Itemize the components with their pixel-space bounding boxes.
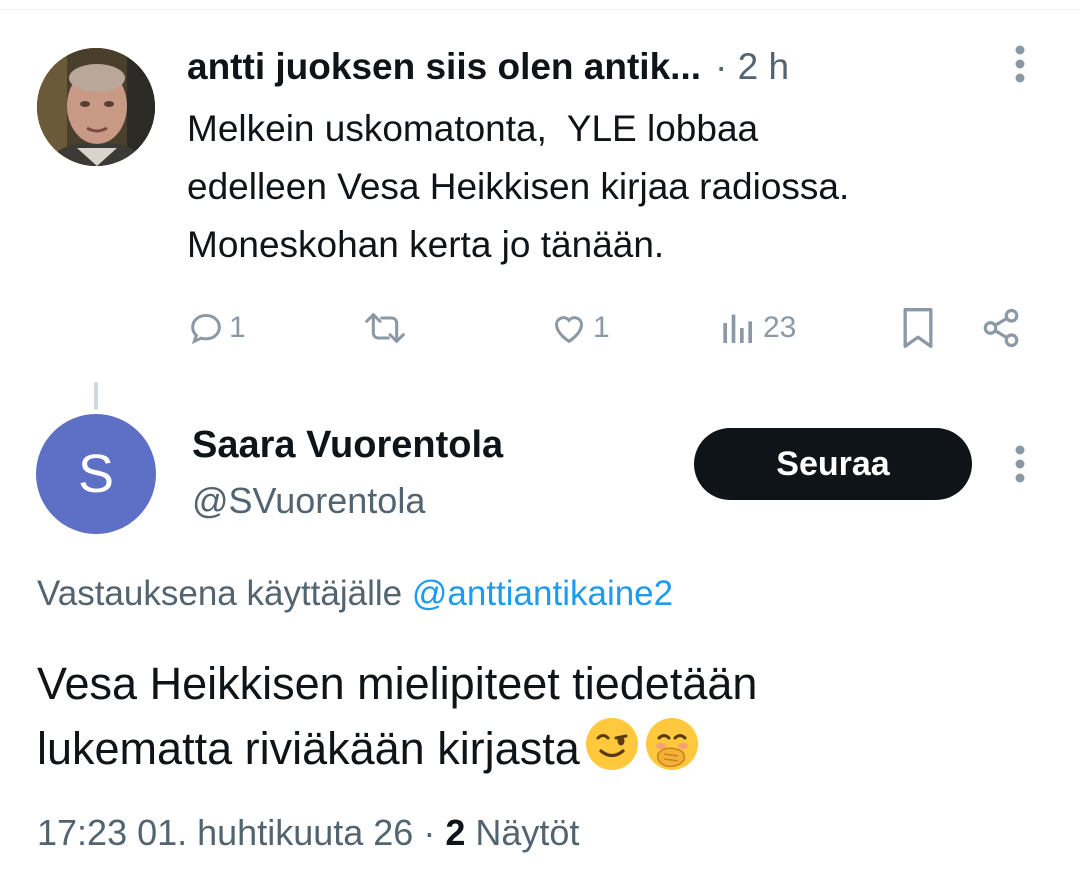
share-action[interactable] (980, 306, 1022, 350)
heart-icon (554, 316, 584, 344)
bookmark-action[interactable] (899, 306, 937, 350)
follow-button[interactable]: Seuraa (694, 428, 972, 500)
parent-tweet-text: Melkein uskomatonta, YLE lobbaa edelleen… (187, 100, 1037, 274)
parent-tweet-line-2: edelleen Vesa Heikkisen kirjaa radiossa. (187, 166, 850, 207)
reply-tweet-line-2-wrap: lukematta riviäkään kirjasta (37, 716, 1047, 781)
reply-views-label: Näytöt (465, 812, 580, 853)
bookmark-icon (903, 308, 933, 348)
reply-tweet-line-1: Vesa Heikkisen mielipiteet tiedetään (37, 658, 758, 709)
reply-author-avatar[interactable]: S (36, 414, 156, 534)
like-count: 1 (593, 311, 610, 344)
parent-tweet-actions: 1 1 23 (0, 306, 1080, 350)
reply-tweet-footer: 17:23 01. huhtikuuta 26 · 2 Näytöt (37, 812, 579, 854)
reply-action[interactable]: 1 (186, 306, 246, 350)
like-action[interactable]: 1 (548, 306, 610, 350)
parent-more-options-icon[interactable] (1006, 44, 1034, 84)
parent-tweet-line-3: Moneskohan kerta jo tänään. (187, 224, 665, 265)
parent-tweet-line-1: Melkein uskomatonta, YLE lobbaa (187, 108, 759, 149)
thread-connector-line (94, 382, 98, 410)
views-chart-icon (723, 314, 752, 343)
reply-icon (191, 313, 221, 345)
top-divider (0, 9, 1080, 10)
retweet-icon (365, 313, 405, 343)
footer-separator: · (413, 812, 446, 853)
views-count: 23 (763, 311, 797, 344)
parent-author-name[interactable]: antti juoksen siis olen antik... (187, 46, 701, 88)
replying-to-mention-link[interactable]: @anttiantikaine2 (412, 574, 673, 613)
parent-tweet-header: antti juoksen siis olen antik... · 2 h (187, 44, 789, 90)
reply-tweet-line-2: lukematta riviäkään kirjasta (37, 723, 580, 774)
reply-more-options-icon[interactable] (1006, 444, 1034, 484)
views-action[interactable]: 23 (720, 306, 796, 350)
replying-to-line: Vastauksena käyttäjälle @anttiantikaine2 (37, 574, 673, 614)
reply-count: 1 (229, 311, 246, 344)
parent-tweet-time[interactable]: · 2 h (715, 46, 789, 88)
reply-timestamp[interactable]: 17:23 01. huhtikuuta 26 (37, 812, 413, 853)
winking-face-emoji-icon (584, 716, 640, 772)
reply-views-count: 2 (445, 812, 466, 853)
parent-author-avatar[interactable] (37, 48, 155, 166)
avatar-letter: S (77, 444, 115, 504)
reply-tweet-text: Vesa Heikkisen mielipiteet tiedetään luk… (37, 652, 1047, 781)
reply-author-name[interactable]: Saara Vuorentola (192, 424, 503, 467)
face-with-hand-over-mouth-emoji-icon (644, 716, 700, 772)
reply-author-handle[interactable]: @SVuorentola (192, 480, 425, 522)
retweet-action[interactable] (361, 306, 412, 350)
share-icon (983, 308, 1019, 348)
replying-to-prefix: Vastauksena käyttäjälle (37, 574, 403, 613)
